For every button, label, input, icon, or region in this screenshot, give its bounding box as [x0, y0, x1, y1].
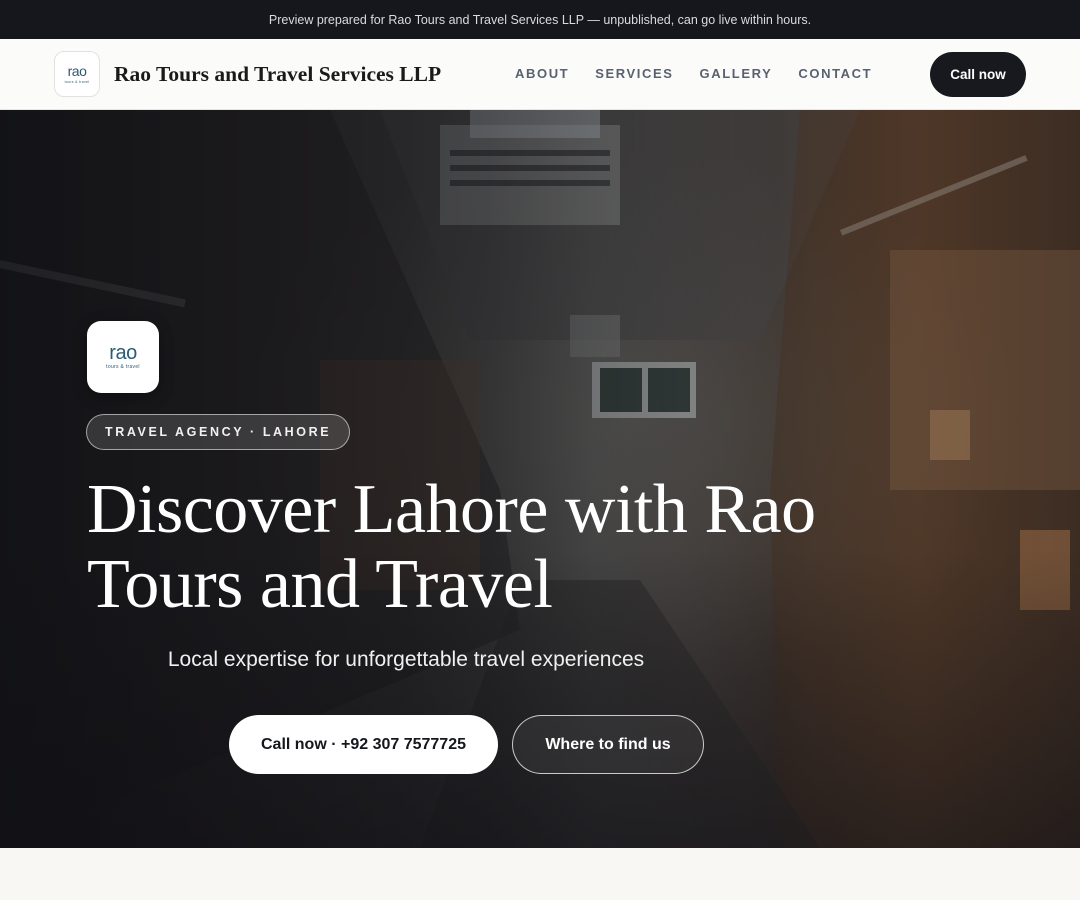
preview-banner: Preview prepared for Rao Tours and Trave…	[0, 0, 1080, 39]
header-call-button[interactable]: Call now	[930, 52, 1026, 97]
category-badge: TRAVEL AGENCY · LAHORE	[86, 414, 351, 450]
hero-logo: rao tours & travel	[87, 321, 159, 393]
logo-tagline: tours & travel	[64, 79, 90, 84]
logo-tagline: tours & travel	[106, 364, 140, 370]
brand-name[interactable]: Rao Tours and Travel Services LLP	[114, 62, 441, 87]
site-header: rao tours & travel Rao Tours and Travel …	[0, 39, 1080, 110]
nav-link-services[interactable]: SERVICES	[595, 66, 673, 81]
hero-headline: Discover Lahore with Rao Tours and Trave…	[87, 471, 816, 623]
logo-wordmark: rao	[67, 62, 87, 79]
nav-link-about[interactable]: ABOUT	[515, 66, 569, 81]
call-phone-button[interactable]: Call now · +92 307 7577725	[229, 715, 498, 774]
main-nav: ABOUT SERVICES GALLERY CONTACT	[502, 66, 885, 81]
find-location-button[interactable]: Where to find us	[512, 715, 704, 774]
header-logo[interactable]: rao tours & travel	[54, 51, 100, 97]
logo-wordmark: rao	[109, 342, 137, 364]
preview-banner-text: Preview prepared for Rao Tours and Trave…	[268, 12, 812, 27]
hero-subheadline: Local expertise for unforgettable travel…	[167, 648, 645, 671]
nav-link-gallery[interactable]: GALLERY	[700, 66, 773, 81]
next-section	[0, 848, 1080, 900]
hero-section: rao tours & travel TRAVEL AGENCY · LAHOR…	[0, 110, 1080, 848]
nav-link-contact[interactable]: CONTACT	[798, 66, 872, 81]
